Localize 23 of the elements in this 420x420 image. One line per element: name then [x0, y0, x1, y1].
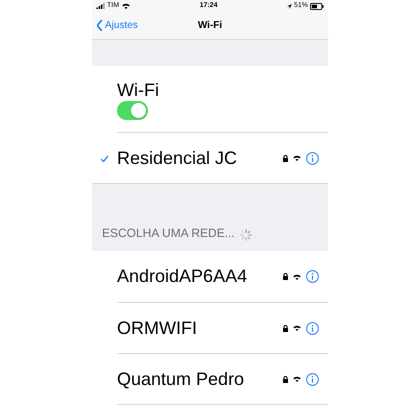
info-icon[interactable]	[306, 270, 319, 283]
location-arrow-icon	[286, 4, 292, 8]
wifi-signal-icon	[293, 325, 301, 331]
info-icon[interactable]	[306, 322, 319, 334]
chevron-left-icon	[97, 20, 103, 31]
info-icon[interactable]	[306, 152, 319, 164]
network-name[interactable]: ORMWIFI	[117, 314, 283, 342]
signal-icon	[96, 3, 105, 9]
back-button[interactable]: Ajustes	[92, 18, 138, 33]
loading-spinner-icon	[240, 229, 252, 241]
screen-title: Wi-Fi	[198, 19, 222, 33]
section-header: ESCOLHA UMA REDE...	[102, 225, 235, 242]
wifi-signal-icon	[293, 376, 301, 382]
wifi-icon	[122, 3, 130, 9]
toggle-label: Wi-Fi	[117, 78, 160, 100]
wifi-signal-icon	[293, 155, 301, 161]
wifi-toggle[interactable]	[117, 100, 148, 120]
wifi-signal-icon	[293, 274, 301, 280]
info-icon[interactable]	[306, 372, 319, 386]
network-name[interactable]: Residencial JC	[117, 144, 283, 172]
network-name[interactable]: Quantum Pedro	[117, 366, 283, 392]
network-name[interactable]: AndroidAP6AA4	[117, 263, 283, 290]
battery-icon	[310, 2, 324, 10]
